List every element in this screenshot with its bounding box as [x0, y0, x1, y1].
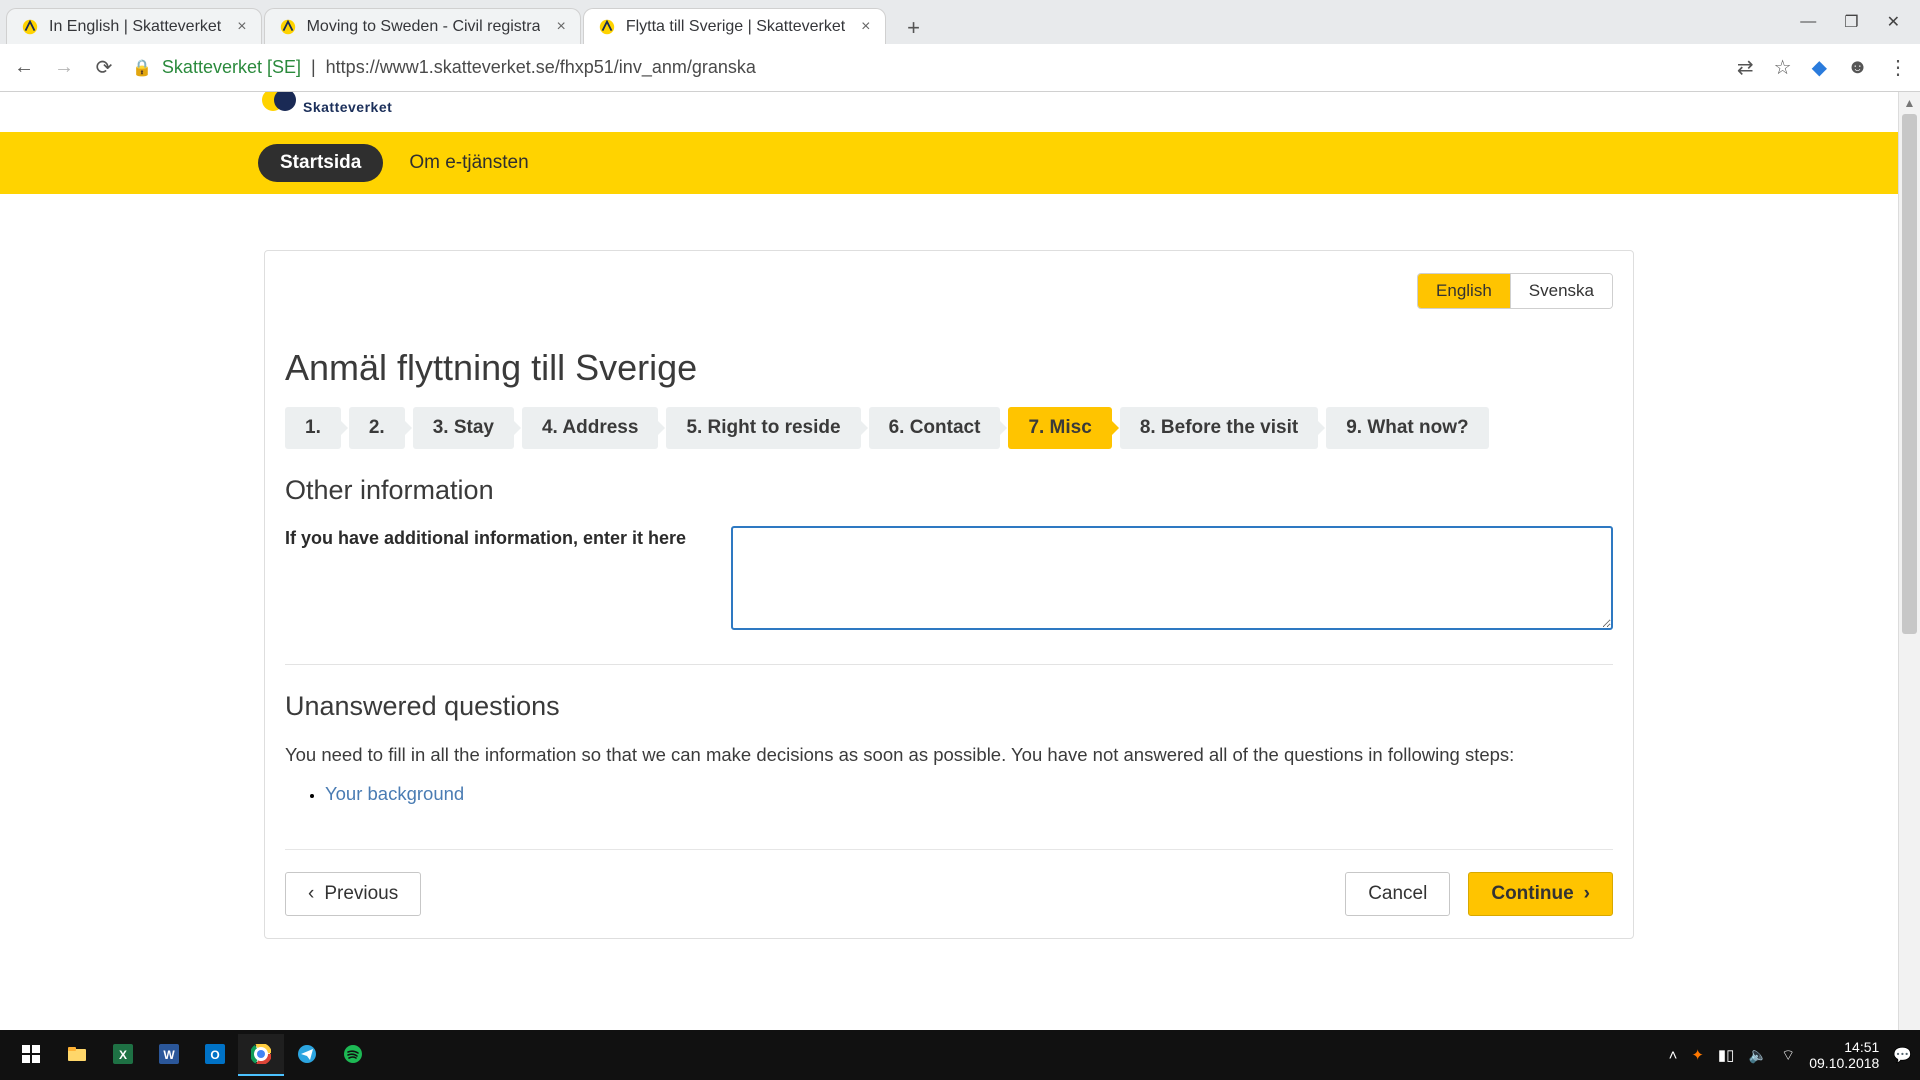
lang-english-button[interactable]: English	[1418, 274, 1510, 308]
svg-text:W: W	[163, 1048, 175, 1062]
star-icon[interactable]: ☆	[1774, 55, 1792, 80]
continue-button-label: Continue	[1491, 883, 1573, 905]
menu-icon[interactable]: ⋮	[1888, 55, 1908, 80]
chrome-icon[interactable]	[238, 1034, 284, 1076]
skatteverket-favicon	[598, 18, 616, 36]
service-navbar: Startsida Om e-tjänsten	[0, 132, 1898, 194]
windows-taskbar: X W O ˄ ✦ ▮▯ 🔈 ⌔ 14:51 09.10.2018 💬	[0, 1030, 1920, 1080]
unanswered-text: You need to fill in all the information …	[285, 742, 1613, 769]
step-7-misc[interactable]: 7. Misc	[1008, 407, 1111, 449]
scroll-thumb[interactable]	[1902, 114, 1917, 634]
url-site: Skatteverket [SE]	[162, 57, 301, 78]
extension-icon[interactable]: ◆	[1812, 55, 1827, 80]
other-info-textarea[interactable]	[731, 526, 1613, 630]
svg-text:X: X	[119, 1048, 127, 1062]
divider	[285, 664, 1613, 665]
section-other-heading: Other information	[285, 475, 1613, 506]
chevron-right-icon: ›	[1584, 883, 1590, 905]
cancel-button[interactable]: Cancel	[1345, 872, 1450, 916]
close-icon[interactable]: ×	[861, 18, 870, 36]
close-icon[interactable]: ×	[237, 18, 246, 36]
start-button[interactable]	[8, 1034, 54, 1076]
step-1[interactable]: 1.	[285, 407, 341, 449]
page-title: Anmäl flyttning till Sverige	[285, 347, 1613, 389]
tray-chevron-icon[interactable]: ˄	[1669, 1047, 1678, 1064]
language-toggle: English Svenska	[285, 273, 1613, 309]
scroll-up-icon[interactable]: ▲	[1899, 92, 1920, 114]
volume-icon[interactable]: 🔈	[1748, 1046, 1767, 1064]
taskbar-date: 09.10.2018	[1809, 1055, 1879, 1071]
telegram-icon[interactable]	[284, 1034, 330, 1076]
unanswered-link-background[interactable]: Your background	[325, 783, 464, 804]
reload-button[interactable]: ⟳	[92, 55, 116, 80]
step-8-before-visit[interactable]: 8. Before the visit	[1120, 407, 1318, 449]
forward-button[interactable]: →	[52, 56, 76, 79]
site-brand-text: Skatteverket	[303, 99, 392, 115]
minimize-icon[interactable]: —	[1800, 13, 1816, 31]
new-tab-button[interactable]: +	[898, 12, 930, 44]
previous-button-label: Previous	[324, 883, 398, 905]
continue-button[interactable]: Continue ›	[1468, 872, 1613, 916]
browser-tabbar: In English | Skatteverket × Moving to Sw…	[0, 0, 1920, 44]
outlook-icon[interactable]: O	[192, 1034, 238, 1076]
browser-toolbar-right: ⇄ ☆ ◆ ☻ ⋮	[1737, 55, 1908, 80]
taskbar-time: 14:51	[1809, 1039, 1879, 1055]
close-window-icon[interactable]: ✕	[1887, 12, 1900, 32]
wizard-steps: 1. 2. 3. Stay 4. Address 5. Right to res…	[285, 407, 1613, 449]
skatteverket-favicon	[21, 18, 39, 36]
site-logo[interactable]: Skatteverket	[255, 92, 392, 115]
translate-icon[interactable]: ⇄	[1737, 55, 1754, 80]
excel-icon[interactable]: X	[100, 1034, 146, 1076]
avast-icon[interactable]: ✦	[1691, 1046, 1704, 1064]
nav-home-button[interactable]: Startsida	[258, 144, 383, 182]
browser-tab-0[interactable]: In English | Skatteverket ×	[6, 8, 262, 44]
step-3-stay[interactable]: 3. Stay	[413, 407, 514, 449]
chevron-left-icon: ‹	[308, 883, 314, 905]
step-5-right-to-reside[interactable]: 5. Right to reside	[666, 407, 860, 449]
word-icon[interactable]: W	[146, 1034, 192, 1076]
wifi-icon[interactable]: ⌔	[1781, 1046, 1795, 1065]
profile-icon[interactable]: ☻	[1847, 56, 1868, 79]
page-content: Skatteverket Startsida Om e-tjänsten Eng…	[0, 92, 1898, 1080]
back-button[interactable]: ←	[12, 56, 36, 79]
maximize-icon[interactable]: ❐	[1844, 12, 1858, 32]
browser-tab-label: Moving to Sweden - Civil registra	[307, 18, 541, 36]
lock-icon: 🔒	[132, 58, 152, 78]
nav-about-link[interactable]: Om e-tjänsten	[409, 152, 528, 174]
step-2[interactable]: 2.	[349, 407, 405, 449]
system-tray: ˄ ✦ ▮▯ 🔈 ⌔ 14:51 09.10.2018 💬	[1669, 1039, 1912, 1071]
step-6-contact[interactable]: 6. Contact	[869, 407, 1001, 449]
battery-icon[interactable]: ▮▯	[1718, 1046, 1735, 1064]
step-9-what-now[interactable]: 9. What now?	[1326, 407, 1488, 449]
site-header: Skatteverket	[0, 92, 1898, 132]
vertical-scrollbar[interactable]: ▲ ▼	[1898, 92, 1920, 1080]
window-controls: — ❐ ✕	[1800, 0, 1914, 44]
url-display[interactable]: 🔒 Skatteverket [SE] | https://www1.skatt…	[132, 57, 1721, 78]
file-explorer-icon[interactable]	[54, 1034, 100, 1076]
url-path: https://www1.skatteverket.se/fhxp51/inv_…	[326, 57, 756, 78]
browser-tab-1[interactable]: Moving to Sweden - Civil registra ×	[264, 8, 581, 44]
browser-addressbar: ← → ⟳ 🔒 Skatteverket [SE] | https://www1…	[0, 44, 1920, 92]
close-icon[interactable]: ×	[556, 18, 565, 36]
step-4-address[interactable]: 4. Address	[522, 407, 658, 449]
notifications-icon[interactable]: 💬	[1893, 1046, 1912, 1064]
previous-button[interactable]: ‹ Previous	[285, 872, 421, 916]
browser-tab-label: Flytta till Sverige | Skatteverket	[626, 18, 845, 36]
browser-tab-2[interactable]: Flytta till Sverige | Skatteverket ×	[583, 8, 886, 44]
spotify-icon[interactable]	[330, 1034, 376, 1076]
skatteverket-favicon	[279, 18, 297, 36]
other-info-label: If you have additional information, ente…	[285, 526, 705, 550]
lang-svenska-button[interactable]: Svenska	[1510, 274, 1612, 308]
section-unanswered-heading: Unanswered questions	[285, 691, 1613, 722]
browser-tab-label: In English | Skatteverket	[49, 18, 221, 36]
form-card: English Svenska Anmäl flyttning till Sve…	[264, 250, 1634, 939]
taskbar-clock[interactable]: 14:51 09.10.2018	[1809, 1039, 1879, 1071]
url-separator: |	[311, 57, 316, 78]
svg-text:O: O	[210, 1048, 219, 1062]
